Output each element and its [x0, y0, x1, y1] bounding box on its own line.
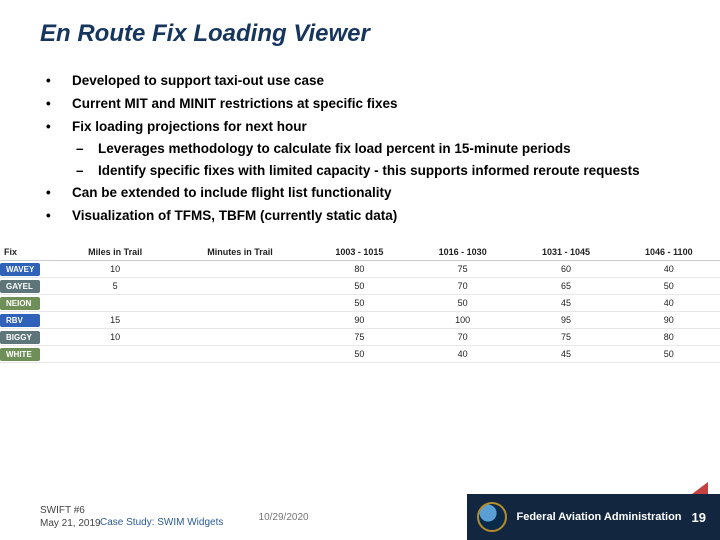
footer-date1: May 21, 2019 [40, 517, 101, 530]
cell: 50 [618, 346, 720, 363]
cell [58, 295, 172, 312]
footer-agency-block: Federal Aviation Administration 19 [467, 494, 720, 540]
sub-bullet-item: Identify specific fixes with limited cap… [72, 162, 678, 181]
table-row: GAYEL550706550 [0, 278, 720, 295]
col-p1: 1003 - 1015 [308, 244, 411, 261]
table-header-row: Fix Miles in Trail Minutes in Trail 1003… [0, 244, 720, 261]
cell: 80 [308, 261, 411, 278]
cell: 75 [514, 329, 617, 346]
sub-bullet-item: Leverages methodology to calculate fix l… [72, 140, 678, 159]
cell: 40 [618, 295, 720, 312]
col-mit: Miles in Trail [58, 244, 172, 261]
bullet-item: Visualization of TFMS, TBFM (currently s… [42, 207, 678, 226]
cell [172, 295, 307, 312]
cell: 40 [618, 261, 720, 278]
bullet-item: Developed to support taxi-out use case [42, 72, 678, 91]
footer-overlay-text: Case Study: SWIM Widgets [100, 516, 223, 529]
slide-title: En Route Fix Loading Viewer [0, 0, 720, 54]
table-row: WHITE50404550 [0, 346, 720, 363]
table-row: BIGGY1075707580 [0, 329, 720, 346]
bullet-text: Fix loading projections for next hour [72, 119, 307, 134]
table-row: WAVEY 10 80756040 [0, 261, 720, 278]
cell [58, 346, 172, 363]
cell: 60 [514, 261, 617, 278]
cell [172, 346, 307, 363]
cell: 75 [308, 329, 411, 346]
fix-tag: WAVEY [0, 263, 40, 276]
content-body: Developed to support taxi-out use case C… [0, 54, 720, 230]
cell [172, 329, 307, 346]
cell: 50 [308, 346, 411, 363]
cell: 75 [411, 261, 514, 278]
fix-loading-table: Fix Miles in Trail Minutes in Trail 1003… [0, 244, 720, 363]
table-row: RBV15901009590 [0, 312, 720, 329]
footer-swift: SWIFT #6 [40, 504, 101, 517]
bullet-item: Can be extended to include flight list f… [42, 184, 678, 203]
cell: 70 [411, 278, 514, 295]
col-minit: Minutes in Trail [172, 244, 307, 261]
cell: 50 [308, 278, 411, 295]
cell: 90 [308, 312, 411, 329]
cell [172, 312, 307, 329]
fix-tag: NEION [0, 297, 40, 310]
cell: 10 [58, 329, 172, 346]
cell: 40 [411, 346, 514, 363]
col-p4: 1046 - 1100 [618, 244, 720, 261]
bullet-item: Current MIT and MINIT restrictions at sp… [42, 95, 678, 114]
cell: 50 [618, 278, 720, 295]
col-p2: 1016 - 1030 [411, 244, 514, 261]
cell: 50 [411, 295, 514, 312]
cell [172, 278, 307, 295]
cell: 70 [411, 329, 514, 346]
fix-tag: GAYEL [0, 280, 40, 293]
footer-left: SWIFT #6 May 21, 2019 Case Study: SWIM W… [40, 504, 101, 530]
agency-name: Federal Aviation Administration [517, 511, 682, 523]
bullet-item: Fix loading projections for next hour Le… [42, 118, 678, 181]
cell [172, 261, 307, 278]
cell: 50 [308, 295, 411, 312]
cell: 90 [618, 312, 720, 329]
table-row: NEION50504540 [0, 295, 720, 312]
faa-seal-icon [477, 502, 507, 532]
fix-tag: BIGGY [0, 331, 40, 344]
cell: 100 [411, 312, 514, 329]
fix-tag: RBV [0, 314, 40, 327]
cell: 45 [514, 295, 617, 312]
footer: SWIFT #6 May 21, 2019 Case Study: SWIM W… [0, 494, 720, 540]
fix-tag: WHITE [0, 348, 40, 361]
cell: 5 [58, 278, 172, 295]
cell: 95 [514, 312, 617, 329]
corner-accent [692, 482, 708, 494]
col-p3: 1031 - 1045 [514, 244, 617, 261]
cell: 15 [58, 312, 172, 329]
cell: 65 [514, 278, 617, 295]
cell: 45 [514, 346, 617, 363]
cell: 80 [618, 329, 720, 346]
fix-table-wrap: Fix Miles in Trail Minutes in Trail 1003… [0, 244, 720, 363]
page-number: 19 [692, 510, 706, 525]
col-fix: Fix [0, 244, 58, 261]
slide: En Route Fix Loading Viewer Developed to… [0, 0, 720, 540]
cell: 10 [58, 261, 172, 278]
